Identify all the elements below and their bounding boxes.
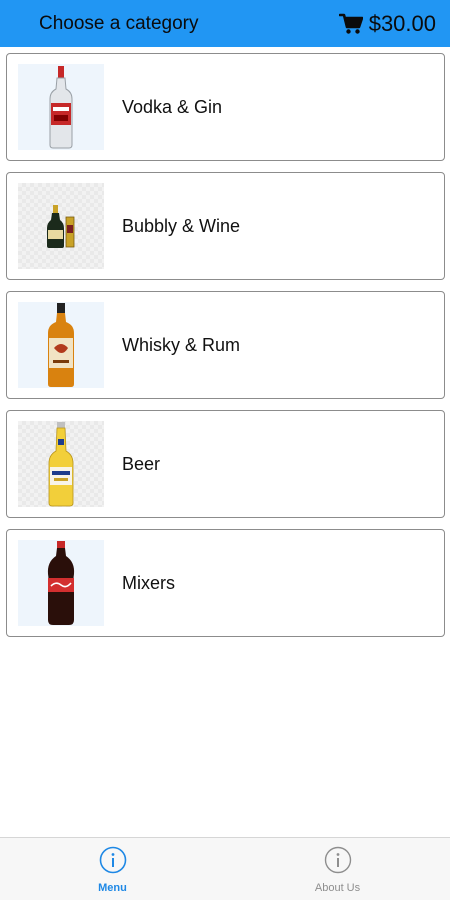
category-label: Beer (122, 453, 161, 474)
category-list: Vodka & Gin Bubbly & Wine Whisky & Rum B… (6, 53, 445, 648)
tab-about-us[interactable]: About Us (225, 838, 450, 900)
vodka-bottle-image (18, 64, 104, 150)
shopping-cart-icon (338, 13, 363, 35)
tab-label: About Us (314, 882, 361, 894)
category-card-bubbly-wine[interactable]: Bubbly & Wine (6, 172, 445, 280)
bottom-tab-bar: Menu About Us (0, 837, 450, 900)
category-label: Vodka & Gin (122, 96, 223, 117)
cola-bottle-image (18, 540, 104, 626)
beer-bottle-image (18, 421, 104, 507)
champagne-bottle-image (18, 183, 104, 269)
category-card-vodka-gin[interactable]: Vodka & Gin (6, 53, 445, 161)
category-card-beer[interactable]: Beer (6, 410, 445, 518)
page-title: Choose a category (39, 12, 199, 34)
cart-total: $30.00 (368, 10, 436, 36)
app-header: Choose a category $30.00 (0, 0, 450, 47)
category-card-whisky-rum[interactable]: Whisky & Rum (6, 291, 445, 399)
category-label: Mixers (122, 572, 175, 593)
category-label: Whisky & Rum (122, 334, 241, 355)
category-label: Bubbly & Wine (122, 215, 241, 236)
tab-label: Menu (98, 882, 127, 894)
tab-menu[interactable]: Menu (0, 838, 225, 900)
whisky-bottle-image (18, 302, 104, 388)
cart-button[interactable]: $30.00 (338, 10, 436, 37)
category-card-mixers[interactable]: Mixers (6, 529, 445, 637)
info-icon (324, 846, 352, 879)
info-icon (99, 846, 127, 879)
